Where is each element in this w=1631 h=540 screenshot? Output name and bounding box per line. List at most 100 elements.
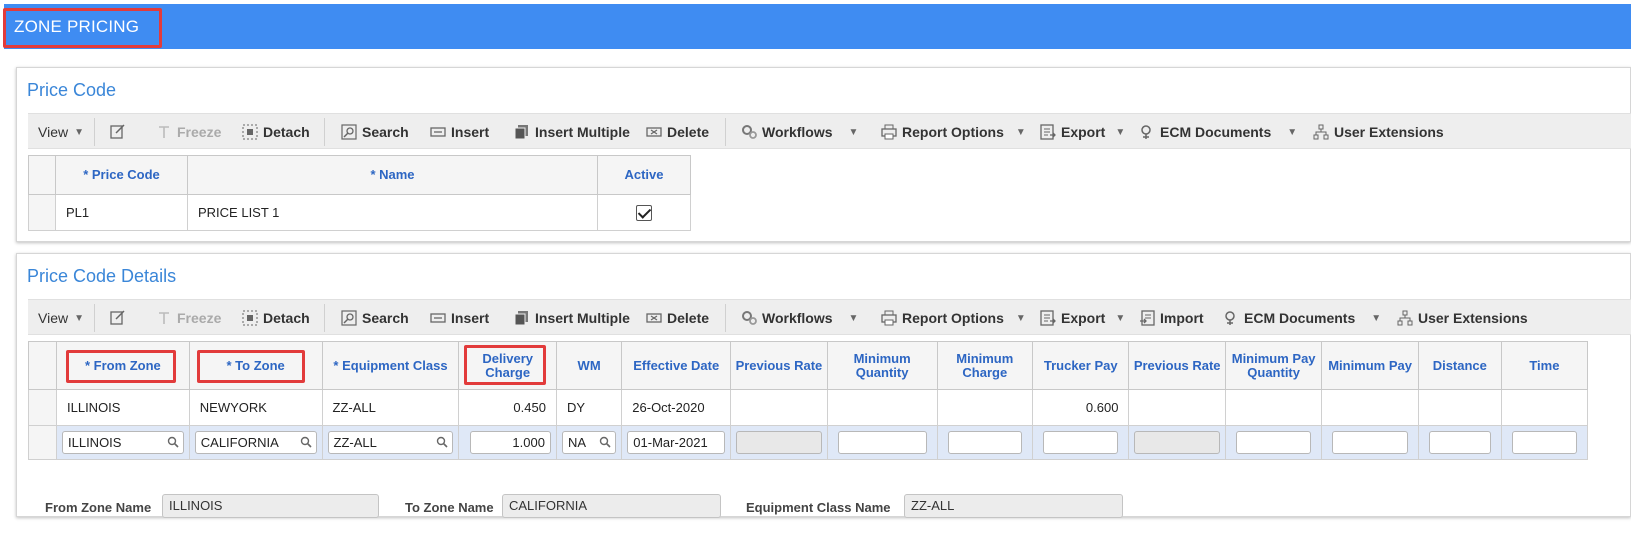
search-icon[interactable] <box>300 436 312 448</box>
edit-record-button[interactable] <box>110 114 131 150</box>
view-menu[interactable]: View ▼ <box>38 300 84 336</box>
insert-multiple-icon <box>514 125 528 140</box>
table-row[interactable]: PL1 PRICE LIST 1 <box>28 194 691 231</box>
freeze-button[interactable]: Freeze <box>156 300 221 336</box>
column-header-name[interactable]: * Name <box>187 155 598 195</box>
column-header-wm[interactable]: WM <box>555 341 623 390</box>
minimum-charge-cell[interactable] <box>936 389 1034 426</box>
delete-label: Delete <box>667 310 710 326</box>
trucker-pay-cell[interactable]: 0.600 <box>1031 389 1130 426</box>
delete-icon <box>646 313 662 323</box>
insert-button[interactable]: Insert <box>430 114 489 150</box>
detach-button[interactable]: Detach <box>242 114 310 150</box>
view-menu[interactable]: View ▼ <box>38 114 84 150</box>
wm-cell[interactable]: DY <box>555 389 623 426</box>
time-input[interactable] <box>1511 431 1577 454</box>
column-header-previous-rate[interactable]: Previous Rate <box>730 341 828 390</box>
name-cell[interactable]: PRICE LIST 1 <box>187 194 598 231</box>
delete-button[interactable]: Delete <box>646 114 709 150</box>
ecm-documents-button[interactable]: ECM Documents ▼ <box>1139 114 1297 150</box>
table-row[interactable]: ILLINOIS NEWYORK ZZ-ALL 0.450 DY 26-Oct-… <box>28 389 1589 426</box>
distance-input[interactable] <box>1428 431 1491 454</box>
column-header-from-zone[interactable]: * From Zone <box>56 341 190 390</box>
row-selector[interactable] <box>28 389 57 426</box>
minimum-quantity-input[interactable] <box>837 431 927 454</box>
insert-multiple-button[interactable]: Insert Multiple <box>514 114 630 150</box>
insert-button[interactable]: Insert <box>430 300 489 336</box>
to-zone-input[interactable]: CALIFORNIA <box>194 431 317 454</box>
export-button[interactable]: Export ▼ <box>1040 114 1125 150</box>
workflows-button[interactable]: Workflows ▼ <box>741 300 858 336</box>
export-button[interactable]: Export ▼ <box>1040 300 1125 336</box>
column-header-distance[interactable]: Distance <box>1417 341 1502 390</box>
freeze-button[interactable]: Freeze <box>156 114 221 150</box>
time-cell[interactable] <box>1500 389 1589 426</box>
minimum-pay-input[interactable] <box>1332 431 1408 454</box>
import-button[interactable]: Import <box>1139 300 1204 336</box>
search-icon[interactable] <box>167 436 179 448</box>
to-zone-cell[interactable]: NEWYORK <box>188 389 323 426</box>
equipment-class-cell[interactable]: ZZ-ALL <box>321 389 460 426</box>
row-selector[interactable] <box>28 425 57 460</box>
column-header-effective-date[interactable]: Effective Date <box>621 341 732 390</box>
minimum-quantity-cell[interactable] <box>826 389 938 426</box>
column-header-previous-rate-2[interactable]: Previous Rate <box>1128 341 1226 390</box>
edit-record-button[interactable] <box>110 300 131 336</box>
equipment-class-name-field: ZZ-ALL <box>904 494 1123 518</box>
column-header-equipment-class[interactable]: * Equipment Class <box>321 341 460 390</box>
from-zone-input-value: ILLINOIS <box>68 435 122 450</box>
previous-rate-2-cell[interactable] <box>1128 389 1226 426</box>
search-button[interactable]: Search <box>341 114 409 150</box>
equipment-class-name-label: Equipment Class Name <box>746 500 891 515</box>
active-checkbox[interactable] <box>636 204 652 221</box>
delivery-charge-cell[interactable]: 0.450 <box>458 389 557 426</box>
previous-rate-cell[interactable] <box>730 389 828 426</box>
delete-button[interactable]: Delete <box>646 300 709 336</box>
insert-multiple-button[interactable]: Insert Multiple <box>514 300 630 336</box>
report-options-button[interactable]: Report Options ▼ <box>881 114 1026 150</box>
column-header-time[interactable]: Time <box>1500 341 1589 390</box>
minimum-charge-input[interactable] <box>947 431 1022 454</box>
minimum-pay-quantity-input[interactable] <box>1235 431 1312 454</box>
row-selector[interactable] <box>28 194 56 231</box>
column-header-delivery-charge[interactable]: Delivery Charge <box>458 341 557 390</box>
ecm-documents-icon <box>1141 125 1151 139</box>
distance-cell[interactable] <box>1417 389 1502 426</box>
column-header-price-code[interactable]: * Price Code <box>55 155 188 195</box>
from-zone-cell[interactable]: ILLINOIS <box>56 389 190 426</box>
effective-date-cell[interactable]: 26-Oct-2020 <box>621 389 732 426</box>
column-header-minimum-quantity[interactable]: Minimum Quantity <box>826 341 938 390</box>
chevron-down-icon: ▼ <box>848 312 859 324</box>
report-options-button[interactable]: Report Options ▼ <box>881 300 1026 336</box>
delete-label: Delete <box>667 124 710 140</box>
from-zone-input[interactable]: ILLINOIS <box>62 431 184 454</box>
chevron-down-icon: ▼ <box>848 126 859 138</box>
ecm-documents-button[interactable]: ECM Documents ▼ <box>1223 300 1381 336</box>
wm-input[interactable]: NA <box>561 431 617 454</box>
column-header-active[interactable]: Active <box>597 155 691 195</box>
effective-date-input[interactable]: 01-Mar-2021 <box>627 431 726 454</box>
user-extensions-button[interactable]: User Extensions <box>1313 114 1444 150</box>
minimum-pay-quantity-cell[interactable] <box>1224 389 1323 426</box>
search-button[interactable]: Search <box>341 300 409 336</box>
column-header-minimum-charge[interactable]: Minimum Charge <box>936 341 1034 390</box>
active-cell[interactable] <box>597 194 691 231</box>
trucker-pay-input[interactable] <box>1043 431 1119 454</box>
search-icon[interactable] <box>599 436 611 448</box>
column-header-minimum-pay-quantity[interactable]: Minimum Pay Quantity <box>1224 341 1323 390</box>
column-header-minimum-pay[interactable]: Minimum Pay <box>1321 341 1419 390</box>
gears-icon <box>742 311 757 325</box>
workflows-button[interactable]: Workflows ▼ <box>741 114 858 150</box>
column-header-trucker-pay[interactable]: Trucker Pay <box>1031 341 1130 390</box>
freeze-icon <box>159 126 169 138</box>
table-row-editing[interactable]: ILLINOIS CALIFORNIA ZZ-ALL 1.000 NA 01-M… <box>28 425 1589 460</box>
detach-button[interactable]: Detach <box>242 300 310 336</box>
equipment-class-input[interactable]: ZZ-ALL <box>327 431 454 454</box>
minimum-pay-cell[interactable] <box>1321 389 1419 426</box>
price-code-cell[interactable]: PL1 <box>55 194 188 231</box>
column-header-to-zone[interactable]: * To Zone <box>188 341 323 390</box>
delivery-charge-input[interactable]: 1.000 <box>470 431 551 454</box>
user-extensions-button[interactable]: User Extensions <box>1397 300 1528 336</box>
equipment-class-input-value: ZZ-ALL <box>333 435 377 450</box>
search-icon[interactable] <box>436 436 449 448</box>
